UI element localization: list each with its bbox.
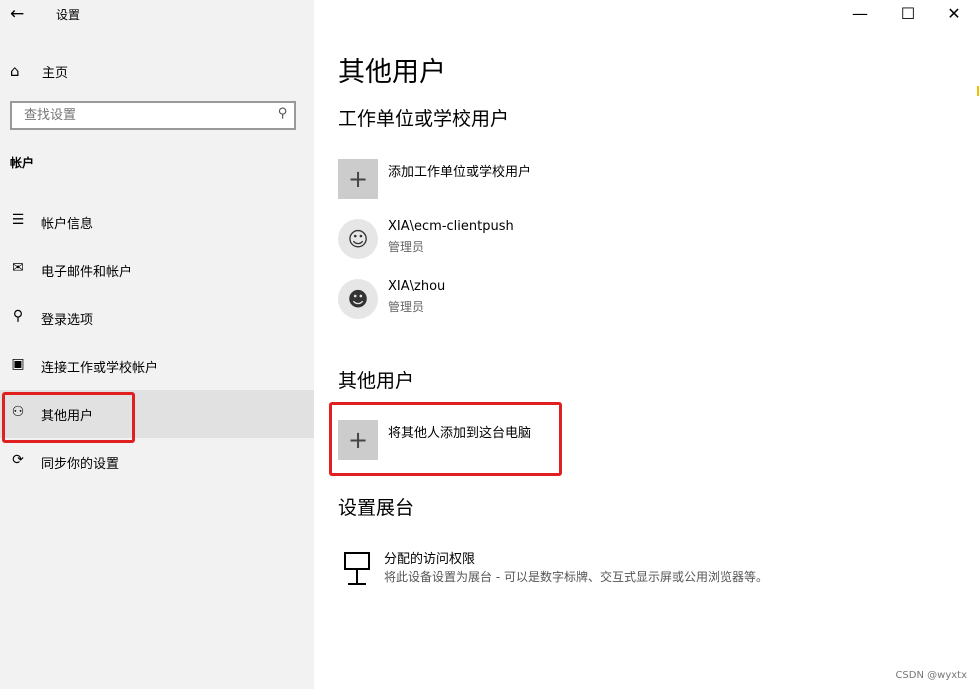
badge-user-icon: ☻	[338, 279, 378, 319]
user-item[interactable]: ☻ XIA\zhou 管理员	[338, 279, 838, 327]
account-info-icon: ☰	[11, 212, 25, 228]
briefcase-icon: ▣	[11, 356, 25, 372]
sidebar-item-label: 其他用户	[41, 409, 94, 424]
add-other-user-label: 将其他人添加到这台电脑	[388, 426, 532, 441]
home-label: 主页	[42, 66, 69, 81]
maximize-button[interactable]: ☐	[886, 0, 930, 28]
mail-icon: ✉	[12, 260, 24, 276]
user-role: 管理员	[388, 240, 425, 254]
sidebar-item-label: 帐户信息	[41, 217, 94, 232]
sidebar-item-email-accounts[interactable]: ✉ 电子邮件和帐户	[0, 246, 314, 294]
sidebar-item-sync-settings[interactable]: ⟳ 同步你的设置	[0, 438, 314, 486]
assigned-access-item[interactable]: 分配的访问权限 将此设备设置为展台 - 可以是数字标牌、交互式显示屏或公用浏览器…	[338, 548, 838, 608]
user-role: 管理员	[388, 300, 425, 314]
kiosk-title: 分配的访问权限	[384, 552, 476, 567]
minimize-button[interactable]: —	[838, 0, 882, 28]
add-other-user-button[interactable]: + 将其他人添加到这台电脑	[338, 420, 838, 468]
add-work-user-button[interactable]: + 添加工作单位或学校用户	[338, 159, 838, 207]
work-section-heading: 工作单位或学校用户	[338, 108, 510, 130]
search-box[interactable]: ⚲	[10, 101, 296, 130]
sync-icon: ⟳	[12, 452, 24, 468]
section-title: 帐户	[10, 156, 35, 170]
title-bar: ← 设置	[0, 0, 314, 30]
back-arrow-icon[interactable]: ←	[10, 4, 24, 24]
search-icon[interactable]: ⚲	[278, 106, 288, 121]
plus-icon: +	[338, 159, 378, 199]
window-title: 设置	[56, 8, 81, 22]
user-name: XIA\zhou	[388, 279, 446, 294]
key-icon: ⚲	[12, 308, 24, 324]
kiosk-section-heading: 设置展台	[338, 497, 415, 519]
other-users-heading: 其他用户	[338, 370, 415, 392]
sidebar-item-account-info[interactable]: ☰ 帐户信息	[0, 198, 314, 246]
search-input[interactable]	[22, 107, 266, 124]
kiosk-description: 将此设备设置为展台 - 可以是数字标牌、交互式显示屏或公用浏览器等。	[384, 570, 768, 584]
home-nav-item[interactable]: ⌂ 主页	[0, 56, 314, 86]
sidebar-item-label: 连接工作或学校帐户	[41, 361, 159, 376]
sidebar-item-sign-in-options[interactable]: ⚲ 登录选项	[0, 294, 314, 342]
sidebar-item-label: 电子邮件和帐户	[41, 265, 133, 280]
user-avatar-icon: ☺	[338, 219, 378, 259]
watermark: CSDN @wyxtx	[895, 670, 967, 681]
sidebar-item-label: 登录选项	[41, 313, 94, 328]
kiosk-icon	[344, 552, 370, 585]
user-item[interactable]: ☺ XIA\ecm-clientpush 管理员	[338, 219, 838, 267]
page-title: 其他用户	[338, 57, 446, 88]
user-name: XIA\ecm-clientpush	[388, 219, 514, 234]
add-work-user-label: 添加工作单位或学校用户	[388, 165, 532, 180]
main-panel: — ☐ ✕ 其他用户 工作单位或学校用户 + 添加工作单位或学校用户 ☺ XIA…	[314, 0, 979, 689]
sidebar: ← 设置 ⌂ 主页 ⚲ 帐户 ☰ 帐户信息 ✉ 电子邮件和帐户 ⚲ 登录选项 ▣…	[0, 0, 314, 689]
sidebar-item-other-users[interactable]: ⚇ 其他用户	[0, 390, 314, 438]
plus-icon: +	[338, 420, 378, 460]
add-person-icon: ⚇	[11, 404, 25, 420]
sidebar-item-label: 同步你的设置	[41, 457, 120, 472]
sidebar-item-work-school[interactable]: ▣ 连接工作或学校帐户	[0, 342, 314, 390]
home-icon: ⌂	[10, 62, 20, 80]
close-button[interactable]: ✕	[932, 0, 976, 28]
